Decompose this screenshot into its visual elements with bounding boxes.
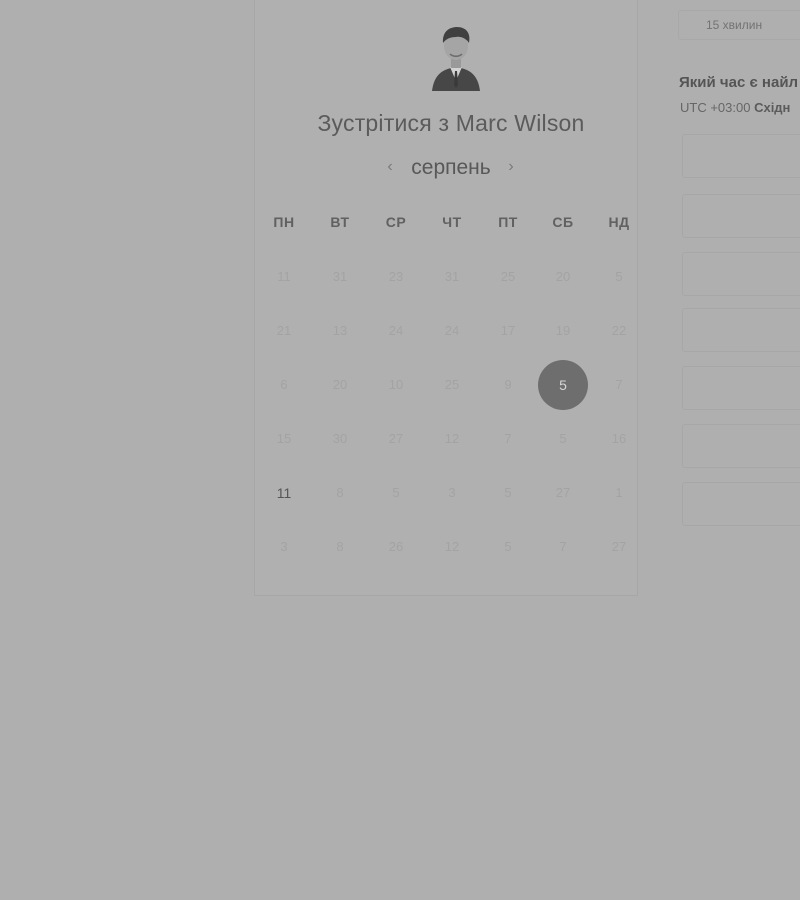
weekday-label: ПТ [498, 214, 518, 230]
calendar-day-disabled: 7 [615, 377, 623, 392]
calendar-day-disabled: 10 [388, 377, 404, 392]
weekday-label: СБ [552, 214, 574, 230]
calendar-day-disabled: 12 [444, 539, 460, 554]
calendar-day-disabled: 3 [280, 539, 288, 554]
calendar-day-disabled: 27 [388, 431, 404, 446]
calendar-day-disabled: 8 [336, 485, 344, 500]
weekday-label: НД [608, 214, 630, 230]
calendar-day-disabled: 6 [280, 377, 288, 392]
timezone-name: Східн [754, 100, 791, 115]
month-navigation: ‹ серпень › [254, 156, 648, 184]
calendar-day-disabled: 27 [611, 539, 627, 554]
calendar-day-disabled: 20 [332, 377, 348, 392]
time-slot-button[interactable] [682, 482, 800, 526]
calendar-day-disabled: 5 [504, 485, 512, 500]
calendar-day-disabled: 24 [444, 323, 460, 338]
timezone-offset: UTC +03:00 [680, 100, 751, 115]
page-title: Зустрітися з Marc Wilson [317, 110, 585, 136]
calendar-day-disabled: 26 [388, 539, 404, 554]
weekday-label: ЧТ [442, 214, 462, 230]
time-question-heading: Який час є найл [679, 74, 799, 91]
calendar-day-disabled: 24 [388, 323, 404, 338]
calendar-day-disabled: 5 [559, 431, 567, 446]
calendar-grid: 11 31 23 31 25 20 5 21 13 24 24 17 19 22 6 20 10 25 9 5 7 15 3… [256, 252, 646, 582]
time-slot-button[interactable] [682, 252, 800, 296]
time-slot-button[interactable] [682, 194, 800, 238]
calendar-day-disabled: 23 [388, 269, 404, 284]
time-selection-pane: 15 хвилин Який час є найл UTC +03:00 Схі… [668, 0, 800, 900]
month-label: серпень [411, 156, 491, 179]
calendar-day-disabled: 7 [504, 431, 512, 446]
time-slot-button[interactable] [682, 134, 800, 178]
calendar-day-disabled: 5 [392, 485, 400, 500]
calendar-day-disabled: 20 [555, 269, 571, 284]
calendar-day-disabled: 8 [336, 539, 344, 554]
calendar-day-disabled: 22 [611, 323, 627, 338]
calendar-day-disabled: 12 [444, 431, 460, 446]
calendar-day-selected[interactable]: 5 [538, 360, 588, 410]
weekday-label: СР [385, 214, 407, 230]
calendar-day-disabled: 30 [332, 431, 348, 446]
calendar-day-disabled: 31 [332, 269, 348, 284]
weekday-label: ВТ [330, 214, 350, 230]
calendar-day-disabled: 11 [277, 269, 291, 284]
calendar-day-disabled: 31 [444, 269, 460, 284]
timezone-label[interactable]: UTC +03:00 Східн [680, 100, 790, 115]
calendar-day-disabled: 7 [559, 539, 567, 554]
calendar-day-disabled: 17 [500, 323, 516, 338]
calendar-day-disabled: 5 [615, 269, 623, 284]
calendar-day-disabled: 15 [276, 431, 292, 446]
time-slot-button[interactable] [682, 308, 800, 352]
time-slot-button[interactable] [682, 366, 800, 410]
calendar-day-disabled: 1 [615, 485, 623, 500]
calendar-day-disabled: 25 [444, 377, 460, 392]
calendar-day-disabled: 16 [611, 431, 627, 446]
time-slot-button[interactable] [682, 424, 800, 468]
calendar-day-disabled: 9 [504, 377, 512, 392]
calendar-day-disabled: 19 [555, 323, 571, 338]
weekday-header: ПН ВТ СР ЧТ ПТ СБ НД [256, 214, 646, 234]
calendar-day-disabled: 25 [500, 269, 516, 284]
calendar-day-disabled: 13 [332, 323, 348, 338]
duration-field[interactable]: 15 хвилин [678, 10, 800, 40]
calendar-day-disabled: 27 [555, 485, 571, 500]
chevron-right-icon[interactable]: › [502, 158, 520, 176]
calendar-day-disabled: 5 [504, 539, 512, 554]
host-avatar [432, 27, 480, 91]
calendar-day-disabled: 21 [276, 323, 292, 338]
calendar-day-disabled: 3 [448, 485, 456, 500]
weekday-label: ПН [273, 214, 295, 230]
calendar-day-available[interactable]: 11 [259, 468, 309, 518]
